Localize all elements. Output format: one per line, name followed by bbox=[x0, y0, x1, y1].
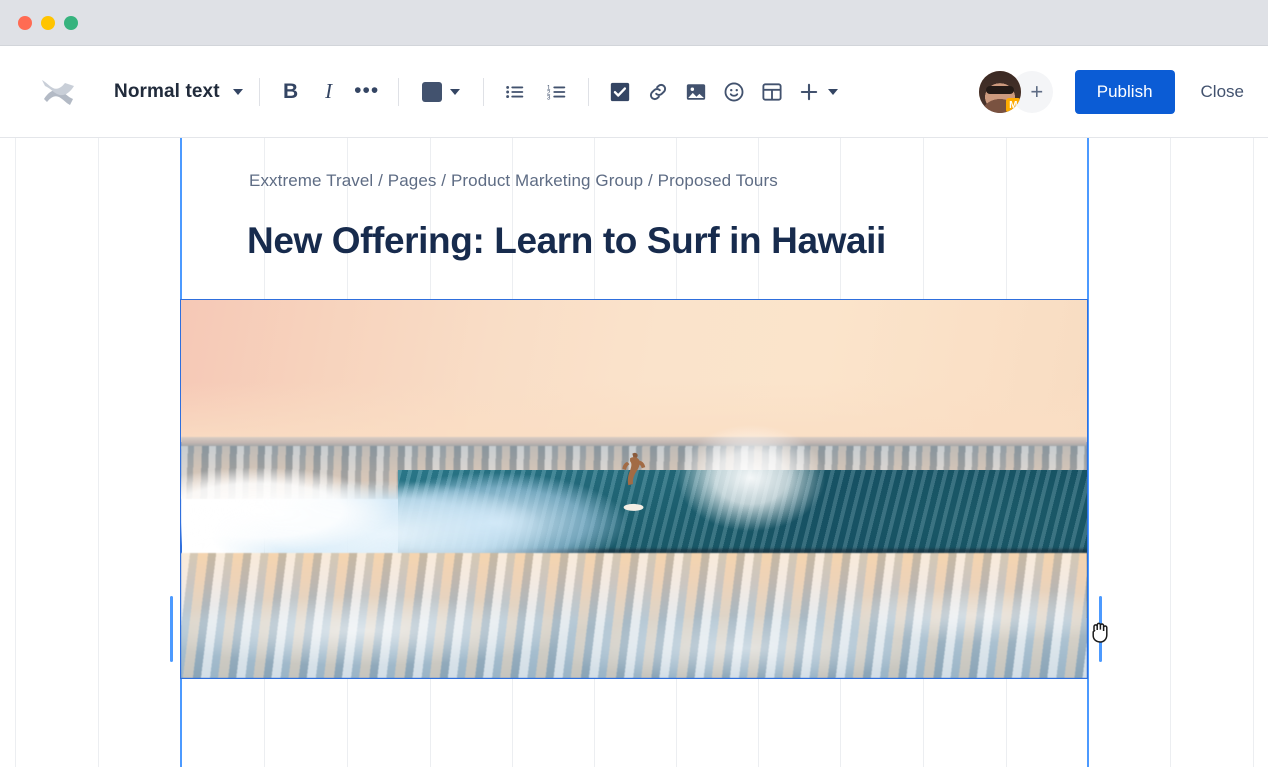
editor-toolbar: Normal text B I ••• bbox=[0, 46, 1268, 138]
chevron-down-icon bbox=[233, 89, 243, 95]
editor-window: Normal text B I ••• bbox=[0, 0, 1268, 767]
toolbar-right-group: M + Publish Close bbox=[979, 70, 1268, 114]
link-button[interactable] bbox=[643, 76, 673, 108]
bullet-list-icon bbox=[504, 81, 526, 103]
window-minimize-dot[interactable] bbox=[41, 16, 55, 30]
page-title[interactable]: New Offering: Learn to Surf in Hawaii bbox=[247, 220, 886, 262]
plus-icon bbox=[798, 81, 820, 103]
svg-text:3: 3 bbox=[547, 94, 551, 101]
column-guide bbox=[1253, 138, 1254, 767]
chevron-down-icon bbox=[828, 89, 838, 95]
editor-canvas[interactable]: Exxtreme Travel / Pages / Product Market… bbox=[0, 138, 1268, 767]
grab-cursor bbox=[1090, 620, 1112, 644]
confluence-logo bbox=[42, 77, 76, 107]
numbered-list-button[interactable]: 1 2 3 bbox=[542, 76, 572, 108]
text-color-button[interactable] bbox=[415, 76, 467, 108]
text-style-label: Normal text bbox=[114, 81, 220, 103]
publish-button[interactable]: Publish bbox=[1075, 70, 1175, 114]
close-button[interactable]: Close bbox=[1201, 82, 1244, 102]
collaborators: M + bbox=[979, 71, 1053, 113]
surfer-figure bbox=[610, 449, 657, 513]
window-titlebar bbox=[0, 0, 1268, 46]
more-formatting-button[interactable]: ••• bbox=[352, 76, 382, 108]
image-icon bbox=[685, 81, 707, 103]
wave-spray bbox=[657, 413, 838, 538]
column-guide bbox=[15, 138, 16, 767]
content-guide-right bbox=[1087, 138, 1089, 767]
ellipsis-icon: ••• bbox=[354, 85, 379, 98]
window-close-dot[interactable] bbox=[18, 16, 32, 30]
task-list-button[interactable] bbox=[605, 76, 635, 108]
image-resize-handle-left[interactable] bbox=[170, 596, 173, 662]
bullet-list-button[interactable] bbox=[500, 76, 530, 108]
toolbar-divider bbox=[398, 78, 399, 106]
toolbar-divider bbox=[259, 78, 260, 106]
column-guide bbox=[98, 138, 99, 767]
text-style-dropdown[interactable]: Normal text bbox=[114, 81, 243, 103]
chevron-down-icon bbox=[450, 89, 460, 95]
checkbox-icon bbox=[609, 81, 631, 103]
format-button-group: B I ••• bbox=[276, 76, 382, 108]
emoji-icon bbox=[723, 81, 745, 103]
italic-button[interactable]: I bbox=[314, 76, 344, 108]
sunset-sky bbox=[181, 300, 1087, 442]
avatar-sunglasses bbox=[986, 86, 1014, 94]
avatar-status-badge: M bbox=[1006, 98, 1021, 113]
emoji-button[interactable] bbox=[719, 76, 749, 108]
toolbar-divider bbox=[588, 78, 589, 106]
foreground-foam bbox=[181, 553, 1087, 678]
surf-photo[interactable] bbox=[181, 300, 1087, 678]
bold-icon: B bbox=[283, 80, 298, 104]
surf-photo-image bbox=[181, 300, 1087, 678]
image-button[interactable] bbox=[681, 76, 711, 108]
breadcrumb[interactable]: Exxtreme Travel / Pages / Product Market… bbox=[249, 171, 778, 191]
window-zoom-dot[interactable] bbox=[64, 16, 78, 30]
italic-icon: I bbox=[325, 79, 332, 104]
insert-more-button[interactable] bbox=[795, 76, 841, 108]
toolbar-divider bbox=[483, 78, 484, 106]
color-swatch-icon bbox=[422, 82, 442, 102]
table-icon bbox=[761, 81, 783, 103]
link-icon bbox=[647, 81, 669, 103]
user-avatar[interactable]: M bbox=[979, 71, 1021, 113]
bold-button[interactable]: B bbox=[276, 76, 306, 108]
numbered-list-icon: 1 2 3 bbox=[546, 81, 568, 103]
table-button[interactable] bbox=[757, 76, 787, 108]
column-guide bbox=[1170, 138, 1171, 767]
